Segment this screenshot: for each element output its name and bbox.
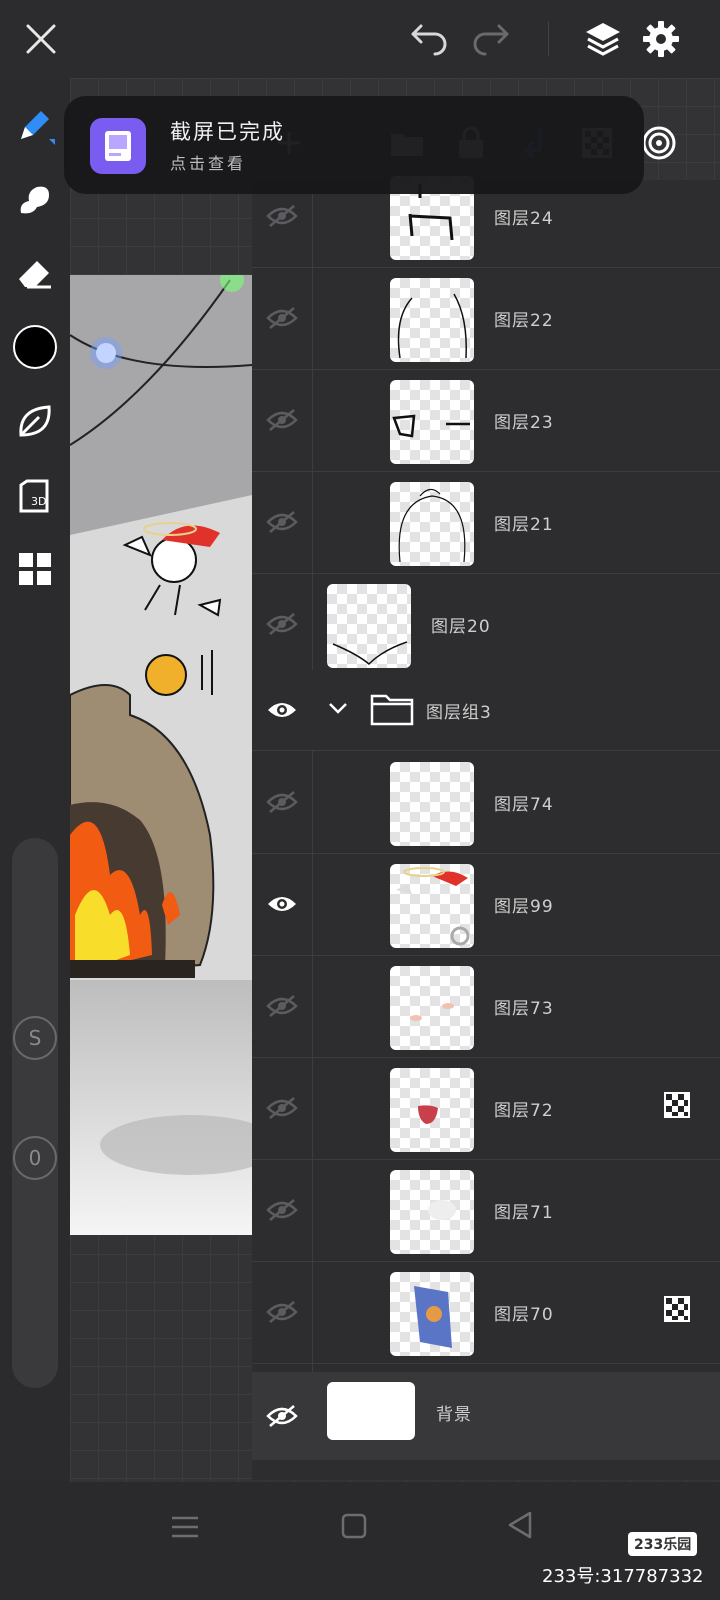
eye-off-icon[interactable] xyxy=(258,1288,306,1336)
layer-thumbnail xyxy=(390,762,474,846)
layer-row[interactable]: 图层22 xyxy=(252,266,720,370)
svg-text:3D: 3D xyxy=(31,495,46,508)
layer-row[interactable]: 图层20 xyxy=(252,572,720,676)
layer-row[interactable]: 图层74 xyxy=(252,750,720,854)
eye-off-icon[interactable] xyxy=(258,294,306,342)
layer-name: 图层72 xyxy=(494,1101,554,1121)
eye-off-icon[interactable] xyxy=(258,498,306,546)
group-name: 图层组3 xyxy=(426,703,492,723)
eye-icon[interactable] xyxy=(258,880,306,928)
screenshot-toast[interactable]: 截屏已完成 点击查看 xyxy=(64,96,644,194)
layer-name: 图层74 xyxy=(494,795,554,815)
mask-icon[interactable] xyxy=(664,1092,690,1118)
eye-off-icon[interactable] xyxy=(258,982,306,1030)
watermark-text: 233号:317787332 xyxy=(542,1566,704,1587)
layer-name: 图层99 xyxy=(494,897,554,917)
toast-title: 截屏已完成 xyxy=(170,120,285,144)
eye-icon[interactable] xyxy=(258,686,306,734)
watermark-badge: 233乐园 xyxy=(628,1532,698,1556)
layer-row[interactable]: 图层70 xyxy=(252,1260,720,1364)
layer-name: 图层24 xyxy=(494,209,554,229)
layer-name: 图层71 xyxy=(494,1203,554,1223)
layer-thumbnail xyxy=(327,584,411,668)
eye-off-icon[interactable] xyxy=(258,778,306,826)
layer-row[interactable]: 图层99 xyxy=(252,852,720,956)
undo-icon[interactable] xyxy=(404,14,454,64)
opacity-slider[interactable]: 0 xyxy=(12,1128,58,1388)
layer-name: 图层70 xyxy=(494,1305,554,1325)
layer-name: 图层73 xyxy=(494,999,554,1019)
brush-icon[interactable] xyxy=(10,100,60,150)
layer-thumbnail xyxy=(390,966,474,1050)
layer-thumbnail xyxy=(390,1068,474,1152)
layer-thumbnail xyxy=(390,1272,474,1356)
background-layer-thumbnail xyxy=(327,1382,415,1440)
redo-icon[interactable] xyxy=(466,14,516,64)
eye-off-icon[interactable] xyxy=(258,1186,306,1234)
mask-icon[interactable] xyxy=(664,1296,690,1322)
left-toolbar: 3D S 0 xyxy=(0,78,70,1510)
layers-panel: 图层24 图层22 图层23 图层21 图层20 图层组3 图层74 图层99 … xyxy=(252,176,720,1480)
layer-name: 图层22 xyxy=(494,311,554,331)
eraser-icon[interactable] xyxy=(10,248,60,298)
color-swatch[interactable] xyxy=(10,322,60,372)
layer-group-row[interactable]: 图层组3 xyxy=(252,670,720,751)
chevron-down-icon[interactable] xyxy=(326,696,350,724)
layer-row[interactable]: 图层21 xyxy=(252,470,720,574)
layer-thumbnail xyxy=(390,482,474,566)
home-icon[interactable] xyxy=(340,1512,368,1544)
layers-icon[interactable] xyxy=(578,14,628,64)
smudge-icon[interactable] xyxy=(10,174,60,224)
artwork-canvas[interactable] xyxy=(70,275,252,1235)
gear-icon[interactable] xyxy=(636,14,686,64)
back-icon[interactable] xyxy=(506,1510,536,1544)
size-slider-thumb[interactable]: S xyxy=(13,1016,57,1060)
layer-name: 图层21 xyxy=(494,515,554,535)
leaf-icon[interactable] xyxy=(10,396,60,446)
background-layer-name: 背景 xyxy=(436,1405,472,1425)
layer-thumbnail xyxy=(390,1170,474,1254)
menu-icon[interactable] xyxy=(170,1514,200,1544)
eye-off-icon[interactable] xyxy=(258,600,306,648)
eye-off-icon[interactable] xyxy=(258,192,306,240)
layer-row[interactable]: 图层73 xyxy=(252,954,720,1058)
layer-thumbnail xyxy=(390,278,474,362)
eye-off-icon[interactable] xyxy=(258,1084,306,1132)
top-bar xyxy=(0,0,720,78)
layer-thumbnail xyxy=(390,864,474,948)
layer-row[interactable]: 图层72 xyxy=(252,1056,720,1160)
folder-icon xyxy=(370,690,414,730)
3d-icon[interactable]: 3D xyxy=(10,470,60,520)
background-layer-row[interactable]: 背景 xyxy=(252,1372,720,1460)
layer-row[interactable]: 图层71 xyxy=(252,1158,720,1262)
toolbar-divider xyxy=(548,22,549,56)
grid-icon[interactable] xyxy=(10,544,60,594)
screenshot-icon xyxy=(90,118,146,174)
size-slider[interactable]: S xyxy=(12,838,58,1168)
layer-name: 图层20 xyxy=(431,617,491,637)
layer-thumbnail xyxy=(390,380,474,464)
layer-name: 图层23 xyxy=(494,413,554,433)
eye-off-icon[interactable] xyxy=(258,396,306,444)
toast-subtitle: 点击查看 xyxy=(170,154,247,173)
opacity-slider-thumb[interactable]: 0 xyxy=(13,1136,57,1180)
close-icon[interactable] xyxy=(16,14,66,64)
eye-off-icon[interactable] xyxy=(258,1392,306,1440)
layer-row[interactable]: 图层23 xyxy=(252,368,720,472)
